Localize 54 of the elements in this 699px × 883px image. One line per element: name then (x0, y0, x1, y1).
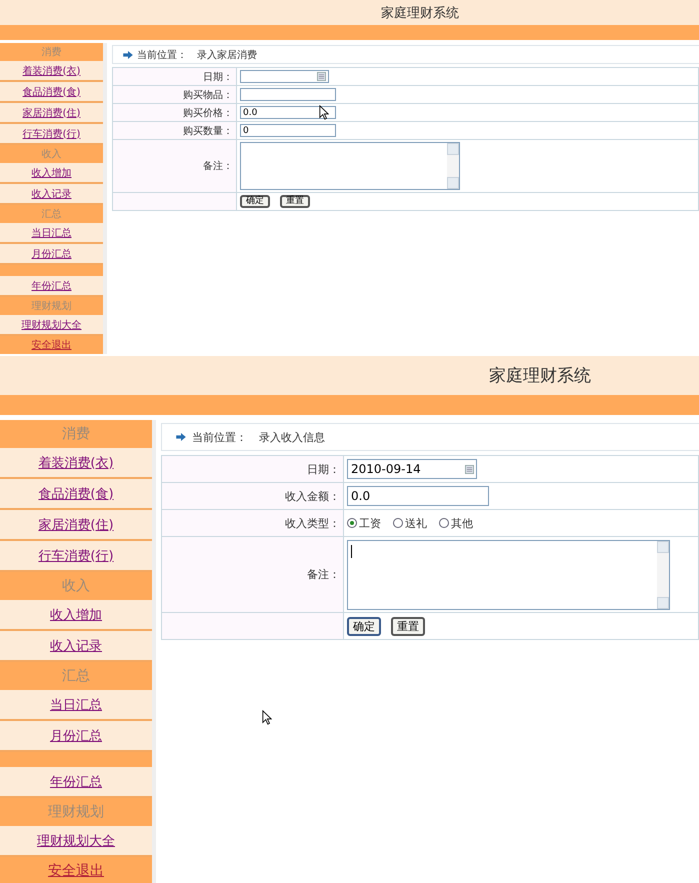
field-label: 收入金额： (285, 490, 340, 502)
sidebar-section-header: 收入 (0, 145, 103, 163)
breadcrumb-label: 当前位置： (137, 48, 187, 62)
radio-label: 工资 (359, 516, 381, 530)
input-field[interactable]: 0 (240, 124, 336, 137)
sidebar-section-header: 理财规划 (0, 798, 152, 826)
form-button[interactable]: 重置 (280, 195, 310, 208)
breadcrumb-label: 当前位置： (192, 430, 247, 444)
scrollbar[interactable] (657, 540, 669, 608)
radio-label: 其他 (451, 516, 473, 530)
date-field[interactable]: 2010-09-14 (347, 459, 477, 479)
field-label: 日期： (203, 72, 233, 82)
sidebar-section-header: 消费 (0, 43, 103, 61)
sidebar-link[interactable]: 年份汇总 (50, 772, 102, 790)
mouse-cursor-icon (262, 710, 272, 725)
textarea-field[interactable] (240, 142, 460, 190)
input-field[interactable]: 0.0 (240, 106, 336, 119)
form-button[interactable]: 确定 (240, 195, 270, 208)
field-label: 备注： (203, 161, 233, 172)
field-label: 购买价格： (183, 108, 233, 118)
input-field[interactable]: 0.0 (347, 486, 489, 506)
field-label: 收入类型： (285, 516, 340, 530)
form-button[interactable]: 确定 (347, 616, 381, 636)
mouse-cursor-icon (319, 105, 329, 120)
radio-label: 送礼 (405, 516, 427, 530)
app-title: 家庭理财系统 (381, 4, 459, 22)
field-label: 日期： (307, 462, 340, 476)
form-button[interactable]: 重置 (391, 616, 425, 636)
radio-button[interactable] (393, 518, 403, 528)
calendar-icon[interactable] (317, 72, 326, 81)
scrollbar[interactable] (447, 143, 459, 189)
calendar-icon[interactable] (465, 464, 474, 474)
sidebar-link[interactable]: 当日汇总 (50, 696, 102, 714)
arrow-icon (176, 433, 186, 441)
sidebar-section-header: 消费 (0, 420, 152, 448)
sidebar-link[interactable]: 收入记录 (50, 636, 102, 654)
breadcrumb-page: 录入家居消费 (197, 48, 257, 62)
arrow-icon (123, 50, 133, 58)
radio-button[interactable] (347, 518, 357, 528)
sidebar-link[interactable]: 收入增加 (50, 606, 102, 624)
date-field[interactable] (240, 70, 329, 83)
textarea-field[interactable] (347, 540, 670, 610)
sidebar-section-header: 汇总 (0, 662, 152, 690)
sidebar-link[interactable]: 月份汇总 (50, 726, 102, 744)
breadcrumb-page: 录入收入信息 (259, 430, 325, 444)
field-label: 购买数量： (183, 126, 233, 136)
input-field[interactable] (240, 88, 336, 101)
app-title: 家庭理财系统 (489, 365, 591, 387)
field-label: 备注： (307, 568, 340, 581)
radio-button[interactable] (439, 518, 449, 528)
sidebar-section-header: 收入 (0, 572, 152, 600)
sidebar-section-header: 理财规划 (0, 297, 103, 315)
field-label: 购买物品： (183, 90, 233, 100)
sidebar-section-header: 汇总 (0, 205, 103, 223)
